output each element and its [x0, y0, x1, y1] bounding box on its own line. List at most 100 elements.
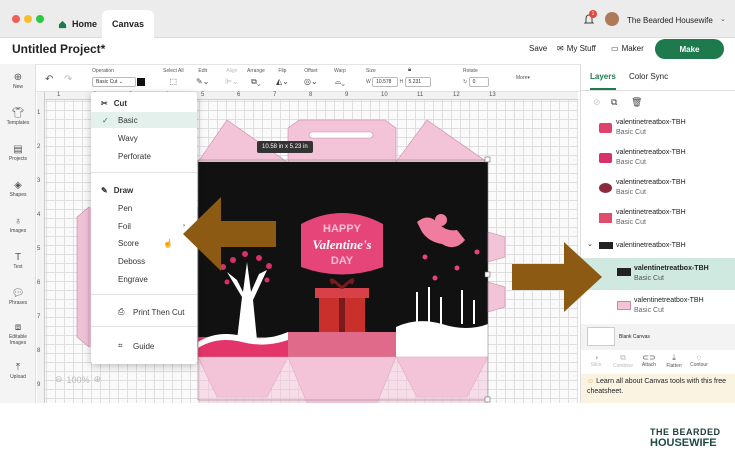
- clipboard-icon: ▤: [13, 144, 23, 155]
- duplicate-icon[interactable]: ⧉: [611, 97, 617, 108]
- combine-button[interactable]: ⧉ Combine: [612, 353, 634, 369]
- layer-type: Basic Cut: [634, 275, 664, 282]
- width-input[interactable]: 10.578: [372, 77, 399, 87]
- more-button[interactable]: More▾: [516, 75, 530, 81]
- menu-item-engrave[interactable]: Engrave: [91, 271, 197, 287]
- layer-row[interactable]: valentinetreatbox-TBH Basic Cut: [581, 174, 735, 204]
- zoom-control: ⊖ 100% ⊕: [55, 374, 101, 385]
- tip-text: Learn all about Canvas tools with this f…: [587, 378, 727, 395]
- save-button[interactable]: Save: [529, 44, 547, 53]
- my-stuff-button[interactable]: ✉ My Stuff: [557, 44, 596, 53]
- nav-projects[interactable]: ▤ Projects: [0, 144, 36, 162]
- nav-templates[interactable]: 👕︎ Templates: [0, 108, 36, 126]
- nav-phrases[interactable]: 💬︎ Phrases: [0, 288, 36, 306]
- maker-button[interactable]: ▭ Maker: [611, 44, 644, 53]
- menu-item-score[interactable]: Score ☝: [91, 235, 197, 251]
- menu-item-label: Engrave: [118, 274, 148, 284]
- contour-button[interactable]: ◌ Contour: [688, 353, 710, 368]
- redo-icon[interactable]: ↷: [64, 74, 72, 85]
- nav-label: Upload: [10, 374, 26, 380]
- logo-line2: HOUSEWIFE: [650, 437, 717, 449]
- project-title[interactable]: Untitled Project*: [12, 42, 105, 56]
- size-group: Size W 10.578 🔒︎ H 5.231: [366, 67, 454, 87]
- undo-icon[interactable]: ↶: [45, 74, 53, 85]
- blank-canvas-swatch[interactable]: [587, 327, 615, 346]
- canvas-tab-label: Canvas: [112, 19, 145, 29]
- tab-canvas[interactable]: Canvas: [102, 10, 154, 38]
- attach-button[interactable]: ⊂⊃ Attach: [638, 353, 660, 368]
- nav-label: Projects: [8, 156, 28, 162]
- tab-home[interactable]: Home: [48, 10, 107, 38]
- align-group[interactable]: Align ⊫⌄: [225, 68, 239, 86]
- nav-new[interactable]: ⊕ New: [0, 72, 36, 90]
- menu-item-print-then-cut[interactable]: ⎙ Print Then Cut: [91, 304, 197, 320]
- layer-row[interactable]: valentinetreatbox-TBH Basic Cut: [581, 204, 735, 234]
- tab-color-sync[interactable]: Color Sync: [629, 72, 668, 81]
- layer-group-row[interactable]: ⌄ valentinetreatbox-TBH: [581, 236, 735, 256]
- notifications-button[interactable]: 1: [583, 10, 597, 31]
- layer-row[interactable]: valentinetreatbox-TBH Basic Cut: [581, 114, 735, 144]
- width-label: W: [366, 79, 371, 85]
- maximize-window-button[interactable]: [36, 15, 44, 23]
- menu-item-perforate[interactable]: Perforate: [91, 148, 197, 164]
- title-bar: Home Canvas 1 The Bearded Housewife ⌄: [0, 0, 735, 38]
- zoom-level: 100%: [66, 374, 90, 385]
- layer-row[interactable]: valentinetreatbox-TBH Basic Cut: [581, 144, 735, 174]
- menu-item-guide[interactable]: ⌗ Guide: [91, 338, 197, 354]
- ungroup-icon[interactable]: ⊘: [593, 97, 601, 108]
- layer-name: valentinetreatbox-TBH: [616, 179, 686, 186]
- nav-upload[interactable]: ⤒ Upload: [0, 362, 36, 380]
- trash-icon[interactable]: 🗑︎: [631, 97, 642, 108]
- nav-images[interactable]: ♁ Images: [0, 216, 36, 234]
- tip-banner[interactable]: ☺ Learn all about Canvas tools with this…: [581, 374, 735, 403]
- menu-item-label: Print Then Cut: [133, 307, 185, 317]
- zoom-out-button[interactable]: ⊖: [55, 374, 63, 385]
- operation-menu: ✂ Cut ✓ Basic Wavy Perforate ✎ Draw Pen Foi…: [91, 92, 197, 364]
- flip-group[interactable]: Flip ◭⌄: [276, 68, 289, 86]
- check-icon: ✓: [102, 115, 109, 125]
- nav-editable-images[interactable]: ⧈ Editable Images: [0, 322, 36, 346]
- offset-group[interactable]: Offset ◎⌄: [304, 68, 318, 86]
- layer-row[interactable]: valentinetreatbox-TBH Basic Cut: [581, 292, 735, 322]
- blank-canvas-row[interactable]: Blank Canvas: [581, 324, 735, 350]
- close-window-button[interactable]: [12, 15, 20, 23]
- menu-cut-header: ✂ Cut: [91, 95, 197, 111]
- layer-type: Basic Cut: [616, 219, 646, 226]
- menu-item-pen[interactable]: Pen: [91, 200, 197, 216]
- menu-item-basic[interactable]: ✓ Basic: [91, 112, 197, 128]
- avatar[interactable]: [605, 12, 619, 26]
- envelope-icon: ✉: [557, 44, 564, 53]
- nav-shapes[interactable]: ◈ Shapes: [0, 180, 36, 198]
- menu-item-foil[interactable]: Foil ›: [91, 218, 197, 234]
- rotate-group: Rotate ↻ 0: [463, 68, 489, 87]
- flatten-button[interactable]: ⤓ Flatten: [663, 353, 685, 369]
- nav-label: New: [12, 84, 23, 90]
- tab-layers[interactable]: Layers: [590, 72, 616, 90]
- menu-item-label: Deboss: [118, 256, 146, 266]
- edit-group[interactable]: Edit ✎⌄: [196, 68, 209, 86]
- layer-thumbnail: [599, 183, 612, 193]
- height-input[interactable]: 5.231: [404, 77, 431, 87]
- select-all-group[interactable]: Select All ⬚: [163, 68, 184, 86]
- color-swatch[interactable]: [137, 77, 146, 86]
- warp-group[interactable]: Warp ⌓⌄: [334, 68, 346, 87]
- menu-item-deboss[interactable]: Deboss: [91, 253, 197, 269]
- minimize-window-button[interactable]: [24, 15, 32, 23]
- layer-thumbnail: [617, 301, 631, 310]
- nav-label: Text: [13, 264, 23, 270]
- menu-item-label: Guide: [133, 341, 155, 351]
- edit-label: Edit: [198, 68, 208, 74]
- layer-row-selected[interactable]: valentinetreatbox-TBH Basic Cut: [581, 258, 735, 290]
- shirt-icon: 👕︎: [11, 108, 25, 119]
- arrange-group[interactable]: Arrange ⧉⌄: [247, 68, 265, 87]
- chevron-down-icon[interactable]: ⌄: [720, 15, 726, 23]
- make-button[interactable]: Make: [655, 39, 724, 59]
- zoom-in-button[interactable]: ⊕: [94, 374, 102, 385]
- operation-select[interactable]: Basic Cut ⌄: [92, 77, 136, 87]
- nav-text[interactable]: T Text: [0, 252, 36, 270]
- flip-label: Flip: [278, 68, 287, 74]
- rotate-input[interactable]: 0: [468, 77, 489, 87]
- lock-icon[interactable]: 🔒︎: [408, 67, 411, 74]
- slice-button[interactable]: ◑ Slice: [585, 353, 607, 368]
- menu-item-wavy[interactable]: Wavy: [91, 130, 197, 146]
